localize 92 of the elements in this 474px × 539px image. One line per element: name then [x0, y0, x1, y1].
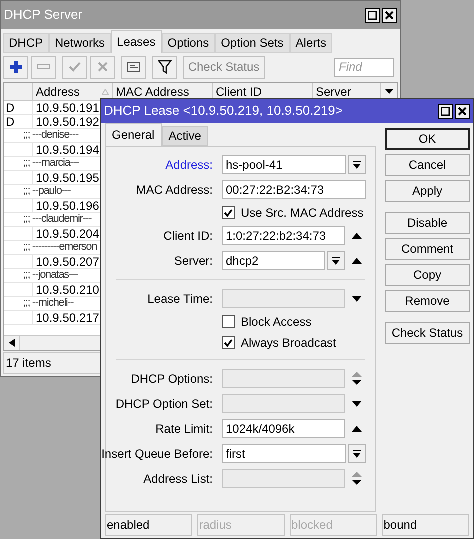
table-cell-text: 10.9.50.204: [35, 226, 100, 242]
filter-button[interactable]: [152, 56, 177, 78]
dropdown-button[interactable]: [327, 251, 345, 270]
input-field[interactable]: 00:27:22:B2:34:73: [222, 180, 366, 199]
dropdown-icon: [384, 89, 394, 94]
tab[interactable]: Options: [162, 33, 216, 53]
input-field[interactable]: hs-pool-41: [222, 155, 346, 174]
minus-icon: [36, 64, 50, 70]
filter-icon: [158, 60, 172, 74]
field-label: Server:: [174, 254, 213, 268]
field-label: MAC Address:: [136, 182, 213, 196]
checkbox[interactable]: [222, 206, 235, 219]
dialog-button[interactable]: Remove: [385, 290, 470, 312]
check-icon: [68, 61, 82, 73]
comment-text: ;;; ---marcia---: [22, 156, 80, 172]
tab[interactable]: Option Sets: [215, 33, 290, 53]
sort-icon: [102, 88, 109, 94]
input-field[interactable]: dhcp2: [222, 251, 325, 270]
dropdown-icon: [353, 160, 361, 168]
checkbox-label: Use Src. MAC Address: [241, 204, 364, 222]
add-button[interactable]: [3, 56, 28, 78]
table-cell-text: 10.9.50.194: [35, 142, 100, 158]
close-button[interactable]: [382, 8, 397, 22]
dialog-button[interactable]: Cancel: [385, 154, 470, 176]
close-icon: [458, 106, 467, 116]
plus-icon: [8, 60, 22, 74]
table-cell-text: 10.9.50.207: [35, 254, 100, 270]
input-field[interactable]: first: [222, 444, 346, 463]
tab[interactable]: Leases: [111, 30, 162, 53]
check-icon: [224, 208, 233, 216]
table-cell-text: 10.9.50.210: [35, 282, 100, 298]
window-title: DHCP Lease <10.9.50.219, 10.9.50.219>: [104, 102, 344, 120]
comment-text: ;;; --jonatas---: [22, 268, 78, 284]
checkbox[interactable]: [222, 336, 235, 349]
dropdown-button[interactable]: [348, 155, 366, 174]
comment-text: ;;; --paulo---: [22, 184, 71, 200]
tab[interactable]: Active: [162, 126, 208, 146]
comment-text: ;;; ---denise---: [22, 128, 78, 144]
tab[interactable]: Networks: [49, 33, 112, 53]
tab[interactable]: Alerts: [290, 33, 332, 53]
field-label: Insert Queue Before:: [102, 446, 213, 460]
tab[interactable]: General: [105, 123, 162, 146]
field-label: Client ID:: [164, 228, 213, 242]
close-icon: [385, 10, 394, 20]
comment-text: ;;; ---claudemir---: [22, 212, 92, 228]
checkbox[interactable]: [222, 315, 235, 328]
dialog-button[interactable]: OK: [385, 128, 470, 150]
dialog-button[interactable]: Copy: [385, 264, 470, 286]
maximize-button[interactable]: [438, 104, 453, 118]
table-cell-text: 10.9.50.196: [35, 198, 100, 214]
dialog-button[interactable]: Check Status: [385, 322, 470, 344]
maximize-button[interactable]: [365, 8, 380, 22]
status-field: blocked: [290, 514, 377, 536]
status-text: 17 items: [6, 355, 52, 372]
table-cell-text: 10.9.50.195: [35, 170, 100, 186]
field-label: DHCP Option Set:: [116, 396, 213, 410]
field-label: DHCP Options:: [131, 372, 213, 386]
input-field[interactable]: 1:0:27:22:b2:34:73: [222, 226, 345, 245]
field-label: Rate Limit:: [156, 422, 213, 436]
maximize-icon: [368, 10, 377, 20]
checkbox-label: Block Access: [241, 314, 312, 330]
dialog-button[interactable]: Apply: [385, 180, 470, 202]
dropdown-icon: [353, 450, 361, 458]
find-field[interactable]: Find: [334, 58, 394, 76]
status-field: radius: [197, 514, 284, 536]
comment-text: ;;; ---------emerson: [22, 240, 97, 256]
close-button[interactable]: [455, 104, 470, 118]
input-field[interactable]: 1024k/4096k: [222, 419, 345, 438]
status-field: bound: [382, 514, 469, 536]
note-icon: [126, 61, 140, 73]
flag-cell-text: D: [6, 114, 15, 130]
table-cell-text: 10.9.50.191: [35, 101, 100, 116]
maximize-icon: [441, 106, 450, 116]
table-cell-text: 10.9.50.192: [35, 114, 100, 130]
checkbox-label: Always Broadcast: [241, 334, 336, 352]
window-title: DHCP Server: [4, 6, 83, 24]
status-field: enabled: [105, 514, 192, 536]
comment-text: ;;; --micheli--: [22, 296, 74, 312]
dropdown-icon: [332, 256, 340, 264]
dialog-button[interactable]: Disable: [385, 212, 470, 234]
left-arrow-icon: [8, 339, 14, 347]
dropdown-button[interactable]: [348, 444, 366, 463]
flag-cell: D: [6, 101, 15, 116]
cross-icon: [96, 61, 108, 73]
field-label: Address List:: [144, 472, 213, 486]
field-label: Lease Time:: [148, 292, 213, 306]
comment-button[interactable]: [121, 56, 146, 78]
field-label: Address:: [166, 158, 213, 172]
check-icon: [224, 338, 233, 346]
dialog-button[interactable]: Comment: [385, 238, 470, 260]
tab[interactable]: DHCP: [3, 33, 50, 53]
table-cell-text: 10.9.50.217: [35, 310, 100, 326]
